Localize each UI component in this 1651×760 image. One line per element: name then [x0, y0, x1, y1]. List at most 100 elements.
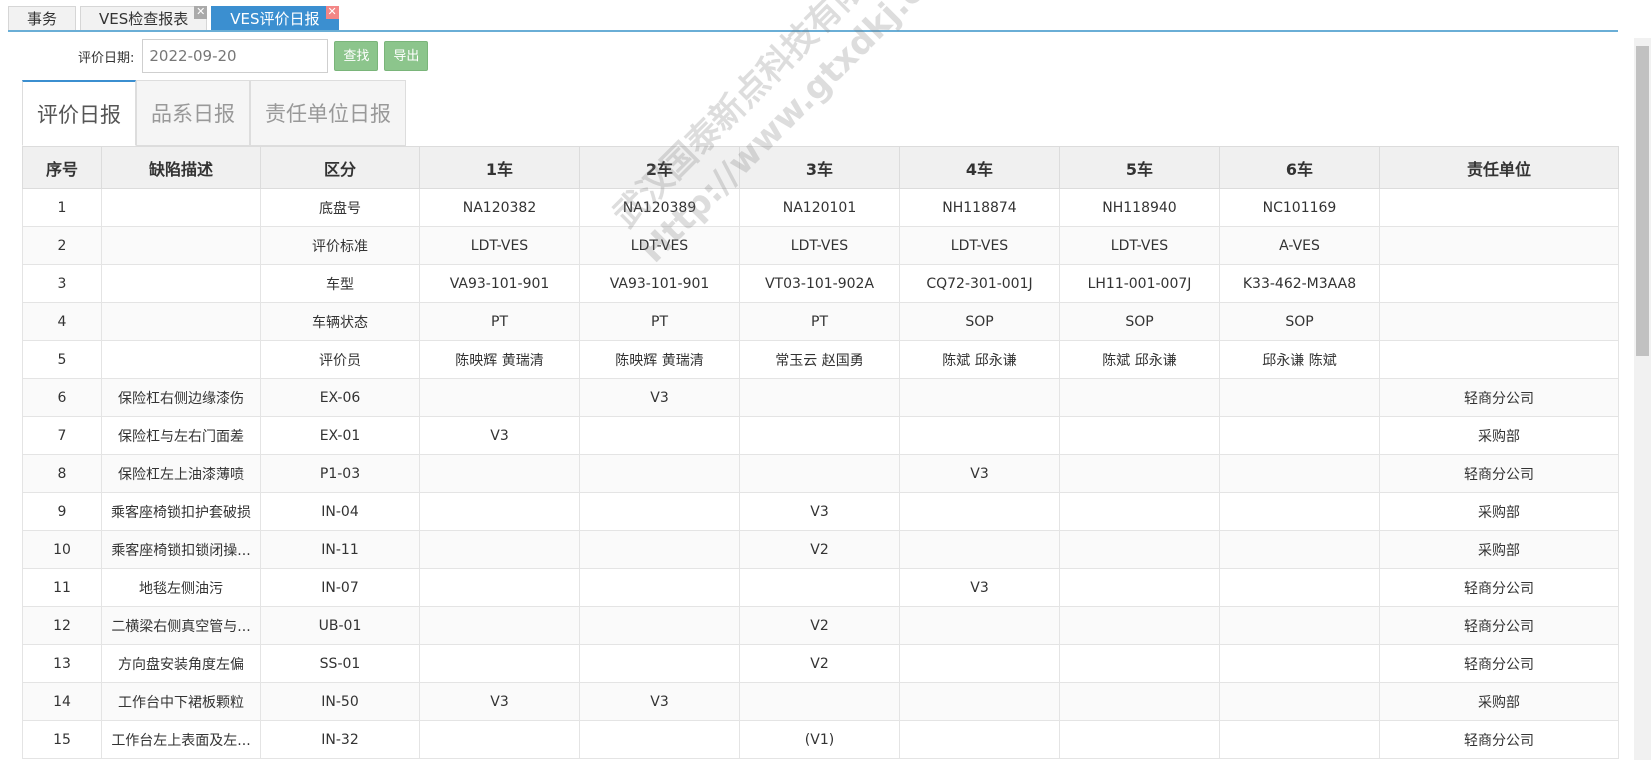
- table-cell: 7: [22, 416, 102, 455]
- table-cell: [101, 340, 261, 379]
- search-button[interactable]: 查找: [334, 41, 379, 71]
- date-input[interactable]: [142, 39, 329, 73]
- tab-label: VES评价日报: [230, 10, 320, 28]
- table-cell: [579, 568, 740, 607]
- tab-unit-daily[interactable]: 责任单位日报: [250, 80, 406, 146]
- table-cell: [739, 682, 900, 721]
- table-cell: [419, 568, 580, 607]
- table-cell: 轻商分公司: [1379, 606, 1619, 645]
- table-cell: [101, 264, 261, 303]
- table-cell: 邱永谦 陈斌: [1219, 340, 1380, 379]
- table-cell: [1059, 568, 1220, 607]
- table-cell: 2: [22, 226, 102, 265]
- table-cell: [579, 720, 740, 759]
- table-cell: [419, 454, 580, 493]
- table-cell: [1059, 454, 1220, 493]
- table-cell: IN-11: [260, 530, 420, 569]
- vertical-scrollbar[interactable]: [1634, 38, 1651, 760]
- tab-ves-report[interactable]: VES检查报表 ✕: [80, 6, 208, 30]
- date-label: 评价日期:: [78, 50, 135, 66]
- table-cell: VT03-101-902A: [739, 264, 900, 303]
- tab-transactions[interactable]: 事务: [8, 6, 77, 30]
- table-cell: SS-01: [260, 644, 420, 683]
- table-row[interactable]: 13 方向盘安装角度左偏 SS-01 V2 轻商分公司: [22, 644, 1619, 683]
- table-cell: V3: [419, 682, 580, 721]
- table-cell: [1059, 416, 1220, 455]
- table-row[interactable]: 5 评价员 陈映辉 黄瑞清 陈映辉 黄瑞清 常玉云 赵国勇 陈斌 邱永谦 陈斌 邱永谦 邱永谦…: [22, 340, 1619, 379]
- close-icon[interactable]: ✕: [194, 6, 208, 19]
- tab-label: 事务: [27, 10, 58, 28]
- table-cell: NH118874: [899, 188, 1060, 227]
- filter-bar: 评价日期: 查找 导出: [78, 38, 429, 74]
- close-icon[interactable]: ✕: [325, 6, 339, 19]
- table-cell: UB-01: [260, 606, 420, 645]
- column-header: 区分: [260, 146, 420, 189]
- column-header: 5车: [1059, 146, 1220, 189]
- table-row[interactable]: 1 底盘号 NA120382 NA120389 NA120101 NH118874 NH11…: [22, 188, 1619, 227]
- table-cell: [1379, 302, 1619, 341]
- table-cell: [579, 606, 740, 645]
- table-row[interactable]: 7 保险杠与左右门面差 EX-01 V3 采购部: [22, 416, 1619, 455]
- table-header-row: 序号 缺陷描述 区分 1车 2车 3车 4车 5车 6车 责任单位: [22, 146, 1619, 189]
- tab-series-daily[interactable]: 品系日报: [136, 80, 250, 146]
- table-cell: [1219, 492, 1380, 531]
- table-cell: 轻商分公司: [1379, 720, 1619, 759]
- table-row[interactable]: 2 评价标准 LDT-VES LDT-VES LDT-VES LDT-VES LDT-VES…: [22, 226, 1619, 265]
- table-cell: LDT-VES: [899, 226, 1060, 265]
- table-cell: [899, 378, 1060, 417]
- table-cell: [1219, 644, 1380, 683]
- export-button[interactable]: 导出: [384, 41, 429, 71]
- table-cell: [1059, 378, 1220, 417]
- table-cell: LDT-VES: [1059, 226, 1220, 265]
- table-row[interactable]: 3 车型 VA93-101-901 VA93-101-901 VT03-101-902A…: [22, 264, 1619, 303]
- table-cell: [419, 530, 580, 569]
- table-cell: [1059, 720, 1220, 759]
- table-cell: SOP: [899, 302, 1060, 341]
- table-row[interactable]: 15 工作台左上表面及左... IN-32 (V1) 轻商分公司: [22, 720, 1619, 759]
- table-cell: 评价员: [260, 340, 420, 379]
- scrollbar-thumb[interactable]: [1636, 46, 1649, 356]
- table-cell: 陈映辉 黄瑞清: [419, 340, 580, 379]
- table-cell: [899, 492, 1060, 531]
- table-cell: [1219, 606, 1380, 645]
- table-cell: A-VES: [1219, 226, 1380, 265]
- table-cell: [1059, 492, 1220, 531]
- table-cell: P1-03: [260, 454, 420, 493]
- tab-ves-daily[interactable]: VES评价日报 ✕: [211, 6, 339, 30]
- table-cell: [1219, 568, 1380, 607]
- table-row[interactable]: 9 乘客座椅锁扣护套破损 IN-04 V3 采购部: [22, 492, 1619, 531]
- table-cell: CQ72-301-001J: [899, 264, 1060, 303]
- table-cell: 12: [22, 606, 102, 645]
- table-row[interactable]: 4 车辆状态 PT PT PT SOP SOP SOP: [22, 302, 1619, 341]
- table-cell: [1219, 530, 1380, 569]
- column-header: 3车: [739, 146, 900, 189]
- table-cell: SOP: [1059, 302, 1220, 341]
- table-row[interactable]: 14 工作台中下裙板颗粒 IN-50 V3 V3 采购部: [22, 682, 1619, 721]
- table-cell: [1379, 264, 1619, 303]
- table-cell: 陈斌 邱永谦: [1059, 340, 1220, 379]
- table-cell: 二横梁右侧真空管与...: [101, 606, 261, 645]
- table-cell: 陈映辉 黄瑞清: [579, 340, 740, 379]
- column-header: 1车: [419, 146, 580, 189]
- table-cell: EX-01: [260, 416, 420, 455]
- table-cell: 8: [22, 454, 102, 493]
- table-cell: NA120389: [579, 188, 740, 227]
- table-cell: [419, 378, 580, 417]
- table-cell: [1219, 378, 1380, 417]
- table-cell: 11: [22, 568, 102, 607]
- table-cell: [419, 720, 580, 759]
- tab-evaluation-daily[interactable]: 评价日报: [22, 80, 136, 146]
- table-row[interactable]: 12 二横梁右侧真空管与... UB-01 V2 轻商分公司: [22, 606, 1619, 645]
- table-cell: [579, 644, 740, 683]
- table-cell: 轻商分公司: [1379, 454, 1619, 493]
- table-cell: [1379, 340, 1619, 379]
- table-row[interactable]: 10 乘客座椅锁扣锁闭操... IN-11 V2 采购部: [22, 530, 1619, 569]
- table-row[interactable]: 8 保险杠左上油漆薄喷 P1-03 V3 轻商分公司: [22, 454, 1619, 493]
- table-cell: [101, 188, 261, 227]
- table-cell: K33-462-M3AA8: [1219, 264, 1380, 303]
- table-row[interactable]: 6 保险杠右侧边缘漆伤 EX-06 V3 轻商分公司: [22, 378, 1619, 417]
- table-cell: 车型: [260, 264, 420, 303]
- table-row[interactable]: 11 地毯左侧油污 IN-07 V3 轻商分公司: [22, 568, 1619, 607]
- table-cell: [579, 492, 740, 531]
- table-cell: [101, 302, 261, 341]
